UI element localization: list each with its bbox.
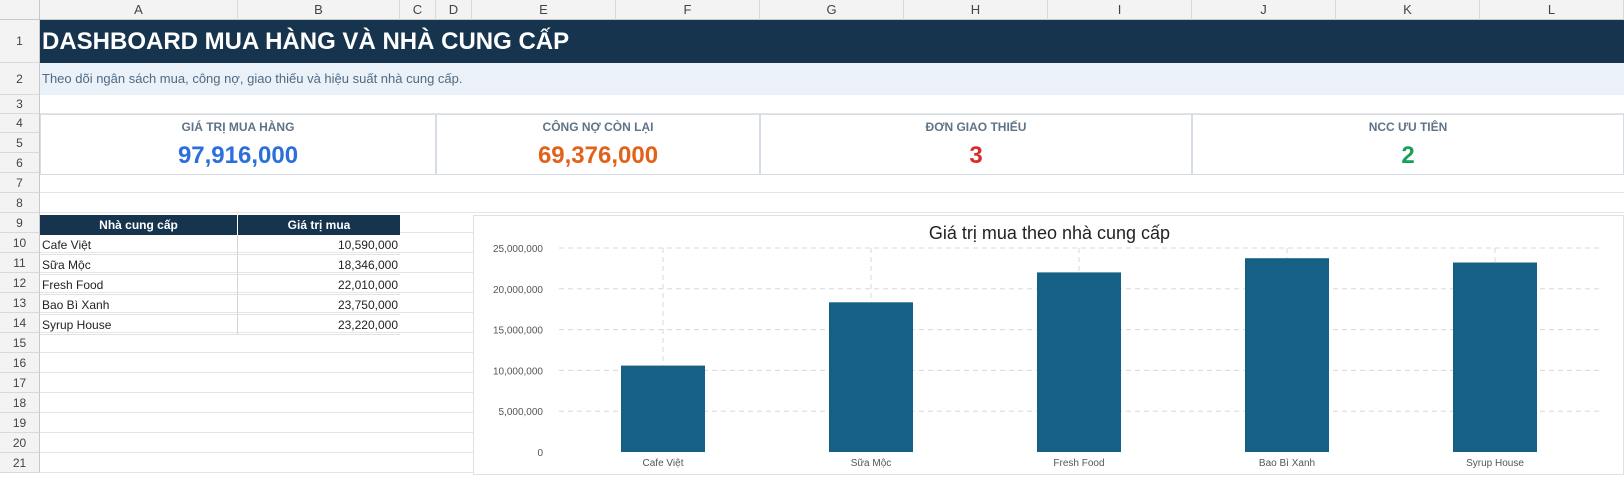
table-cell-value[interactable]: 18,346,000 [238,255,400,275]
kpi-card-remaining-debt[interactable]: CÔNG NỢ CÒN LẠI 69,376,000 [436,114,760,175]
row-header[interactable]: 7 [0,173,40,193]
x-tick-label: Cafe Việt [643,458,684,469]
x-tick-label: Sữa Mộc [851,458,892,469]
chart-svg: Giá trị mua theo nhà cung cấp 0 5,000,000 1… [493,223,1599,469]
row-header[interactable]: 6 [0,153,40,173]
column-header[interactable]: C [400,0,436,20]
y-tick-label: 15,000,000 [493,326,543,337]
kpi-card-short-delivery[interactable]: ĐƠN GIAO THIẾU 3 [760,114,1192,175]
column-header[interactable]: K [1336,0,1480,20]
column-header[interactable]: J [1192,0,1336,20]
table-cell-supplier[interactable]: Sữa Mộc [40,255,238,275]
row-header[interactable]: 5 [0,133,40,153]
row-header[interactable]: 11 [0,253,40,273]
column-header[interactable]: B [238,0,400,20]
dashboard-title: DASHBOARD MUA HÀNG VÀ NHÀ CUNG CẤP [42,28,570,55]
table-cell-supplier[interactable]: Syrup House [40,315,238,335]
x-tick-label: Bao Bì Xanh [1259,458,1315,469]
column-header[interactable]: G [760,0,904,20]
row-header[interactable]: 10 [0,233,40,253]
column-header[interactable]: E [472,0,616,20]
row-header[interactable]: 4 [0,114,40,133]
row-header[interactable]: 17 [0,373,40,393]
bar [621,365,705,452]
kpi-label: CÔNG NỢ CÒN LẠI [542,120,654,134]
y-tick-label: 10,000,000 [493,366,543,377]
table-cell-value[interactable]: 10,590,000 [238,235,400,255]
row-header[interactable]: 9 [0,213,40,233]
table-cell-supplier[interactable]: Fresh Food [40,275,238,295]
bar [829,302,913,452]
row-header[interactable]: 16 [0,353,40,373]
column-header[interactable]: L [1480,0,1624,20]
row-header[interactable]: 19 [0,413,40,433]
kpi-value: 69,376,000 [537,142,659,169]
spreadsheet: ABCDEFGHIJKL 1 2 3 4 5 6 7 8 9 10 11 12 13 14 15 16 17 18… [0,0,1624,475]
row-header[interactable]: 2 [0,63,40,95]
kpi-value: 3 [969,142,983,169]
y-tick-label: 0 [537,448,543,459]
row-header[interactable]: 12 [0,273,40,293]
row-header[interactable]: 15 [0,333,40,353]
bar [1037,272,1121,452]
column-header[interactable]: H [904,0,1048,20]
grid-row [40,95,1624,114]
table-cell-supplier[interactable]: Bao Bì Xanh [40,295,238,315]
kpi-value: 97,916,000 [177,142,299,169]
table-header-supplier[interactable]: Nhà cung cấp [40,215,238,235]
row-header[interactable]: 8 [0,193,40,213]
kpi-card-priority-supplier[interactable]: NCC ƯU TIÊN 2 [1192,114,1624,175]
row-header[interactable]: 18 [0,393,40,413]
y-tick-label: 5,000,000 [499,407,544,418]
table-cell-value[interactable]: 22,010,000 [238,275,400,295]
kpi-value: 2 [1401,142,1415,169]
column-header[interactable]: F [616,0,760,20]
row-header[interactable]: 21 [0,453,40,473]
table-cell-value[interactable]: 23,220,000 [238,315,400,335]
x-tick-label: Syrup House [1466,458,1524,469]
column-header[interactable]: I [1048,0,1192,20]
kpi-label: NCC ƯU TIÊN [1368,120,1448,134]
table-cell-value[interactable]: 23,750,000 [238,295,400,315]
bar [1453,262,1537,452]
grid-row [40,173,1624,193]
table-header-value[interactable]: Giá trị mua [238,215,400,235]
table-cell-supplier[interactable]: Cafe Việt [40,235,238,255]
column-header[interactable]: D [436,0,472,20]
kpi-label: GIÁ TRỊ MUA HÀNG [181,120,295,134]
bar-chart[interactable]: Giá trị mua theo nhà cung cấp 0 5,000,000 1… [473,215,1624,475]
row-header[interactable]: 14 [0,313,40,333]
row-header[interactable]: 13 [0,293,40,313]
row-header[interactable]: 20 [0,433,40,453]
bar [1245,258,1329,452]
grid-row [40,193,1624,213]
y-tick-label: 25,000,000 [493,244,543,255]
y-tick-label: 20,000,000 [493,285,543,296]
x-tick-label: Fresh Food [1053,458,1104,469]
dashboard-subtitle: Theo dõi ngân sách mua, công nợ, giao th… [42,71,463,86]
column-header[interactable]: A [40,0,238,20]
row-header[interactable]: 3 [0,95,40,114]
row-header[interactable]: 1 [0,20,40,63]
kpi-label: ĐƠN GIAO THIẾU [925,120,1027,134]
kpi-card-purchase-value[interactable]: GIÁ TRỊ MUA HÀNG 97,916,000 [40,114,436,175]
select-all-corner[interactable] [0,0,40,20]
chart-title: Giá trị mua theo nhà cung cấp [929,223,1170,243]
